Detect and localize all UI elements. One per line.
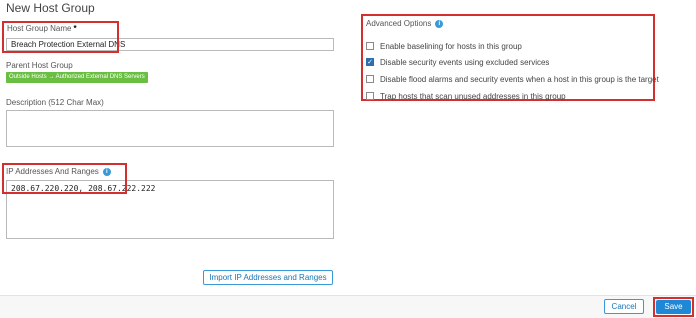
option-enable-baselining[interactable]: Enable baselining for hosts in this grou… xyxy=(366,40,522,52)
parent-host-group-label: Parent Host Group xyxy=(6,61,73,70)
footer-bar xyxy=(0,295,696,318)
option-label: Trap hosts that scan unused addresses in… xyxy=(380,91,566,101)
description-label: Description (512 Char Max) xyxy=(6,98,104,107)
advanced-options-label-text: Advanced Options xyxy=(366,19,432,28)
ip-ranges-value-highlight xyxy=(2,176,127,194)
ip-ranges-label-highlight xyxy=(2,163,127,176)
option-disable-flood-alarms[interactable]: Disable flood alarms and security events… xyxy=(366,73,659,85)
save-button[interactable]: Save xyxy=(656,300,691,314)
cancel-button[interactable]: Cancel xyxy=(604,299,644,314)
page-title: New Host Group xyxy=(6,1,95,15)
checkbox[interactable] xyxy=(366,92,374,100)
info-icon[interactable]: i xyxy=(435,19,444,28)
option-label: Enable baselining for hosts in this grou… xyxy=(380,41,522,51)
parent-host-group-badge[interactable]: Outside Hosts → Authorized External DNS … xyxy=(6,72,148,83)
option-label: Disable flood alarms and security events… xyxy=(380,74,659,84)
advanced-options-label: Advanced Options i xyxy=(366,19,444,28)
host-group-name-highlight xyxy=(2,21,119,53)
import-ip-button[interactable]: Import IP Addresses and Ranges xyxy=(203,270,333,285)
option-trap-hosts[interactable]: Trap hosts that scan unused addresses in… xyxy=(366,90,566,102)
checkbox[interactable] xyxy=(366,75,374,83)
checkbox[interactable] xyxy=(366,42,374,50)
checkbox-checked[interactable]: ✓ xyxy=(366,58,374,66)
option-disable-security-events[interactable]: ✓ Disable security events using excluded… xyxy=(366,56,549,68)
description-textarea[interactable] xyxy=(6,110,334,147)
option-label: Disable security events using excluded s… xyxy=(380,57,550,67)
